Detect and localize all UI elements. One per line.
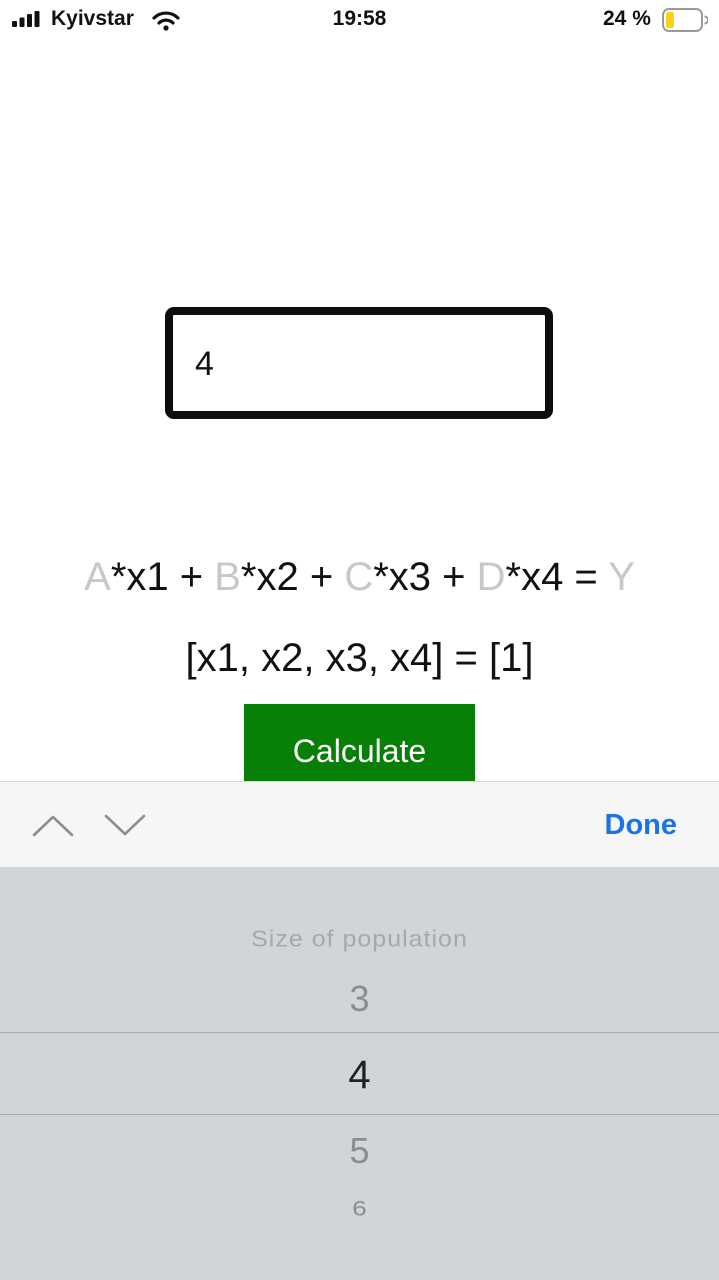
picker-title: Size of population — [251, 926, 468, 952]
population-picker[interactable]: Size of population 3 4 5 6 — [0, 867, 719, 1280]
population-size-input[interactable]: 4 — [165, 307, 553, 419]
term-2: *x2 + — [240, 555, 345, 599]
keyboard-toolbar: Done — [0, 781, 719, 868]
done-button[interactable]: Done — [605, 809, 678, 842]
picker-selection-line-top — [0, 1032, 719, 1033]
coef-d: D — [476, 555, 506, 599]
input-value: 4 — [195, 345, 214, 383]
solution-text: [x1, x2, x3, x4] = [1] — [185, 636, 534, 680]
term-4: *x4 = — [505, 555, 609, 599]
chevron-down-icon[interactable] — [102, 810, 148, 840]
picker-option[interactable]: 3 — [0, 978, 719, 1020]
term-3: *x3 + — [373, 555, 477, 599]
coef-b: B — [214, 555, 241, 599]
picker-option[interactable]: 6 — [0, 1196, 719, 1221]
term-1: *x1 + — [110, 555, 215, 599]
equation-text: A*x1 + B*x2 + C*x3 + D*x4 = Y — [0, 555, 719, 600]
picker-option-selected[interactable]: 4 — [0, 1053, 719, 1098]
coef-a: A — [84, 555, 111, 599]
battery-icon — [662, 8, 708, 32]
picker-option[interactable]: 5 — [0, 1130, 719, 1172]
coef-c: C — [344, 555, 374, 599]
result-y: Y — [608, 555, 635, 599]
picker-selection-line-bottom — [0, 1114, 719, 1115]
battery-percent: 24 % — [603, 7, 651, 30]
status-bar: Kyivstar 19:58 24 % — [0, 0, 719, 40]
chevron-up-icon[interactable] — [30, 810, 76, 840]
calculate-button[interactable]: Calculate — [244, 704, 475, 782]
